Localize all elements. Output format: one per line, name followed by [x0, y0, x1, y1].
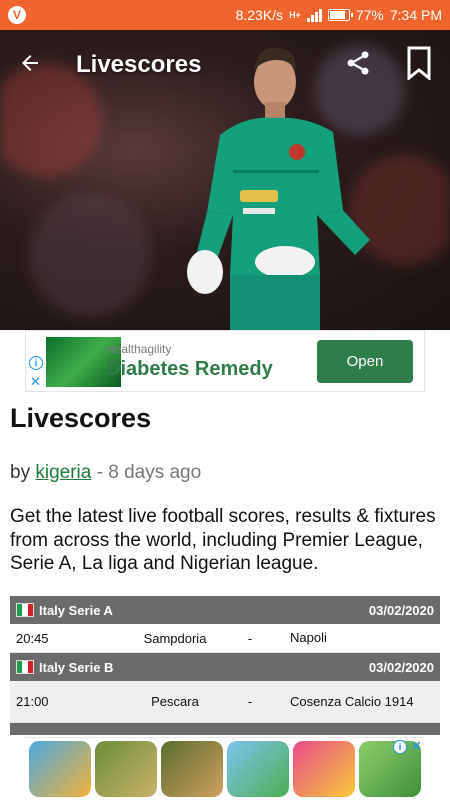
- clock: 7:34 PM: [389, 7, 442, 23]
- home-team: Sampdoria: [143, 630, 207, 646]
- battery-level: 77%: [355, 7, 384, 23]
- network-type: H+: [289, 10, 301, 20]
- byline-prefix: by: [10, 462, 31, 483]
- livescores-table: Italy Serie A 03/02/2020 20:45 Sampdoria…: [10, 596, 440, 735]
- back-arrow-icon[interactable]: [18, 51, 42, 80]
- game-thumbnail[interactable]: [95, 741, 157, 797]
- app-bar: Livescores: [0, 30, 450, 100]
- italy-flag-icon: [16, 603, 34, 617]
- away-team: Napoli: [290, 630, 327, 645]
- game-thumbnail[interactable]: [293, 741, 355, 797]
- game-thumbnail[interactable]: [161, 741, 223, 797]
- score-separator: -: [247, 630, 253, 646]
- match-time: 20:45: [16, 630, 49, 646]
- signal-icon: [306, 8, 322, 22]
- network-speed: 8.23K/s: [235, 7, 284, 23]
- league-name: Italy Serie B: [39, 659, 114, 675]
- match-row[interactable]: 21:00 Pescara - Cosenza Calcio 1914: [10, 681, 440, 723]
- ad-close-icon[interactable]: ✕: [410, 738, 422, 755]
- ad-info-icon[interactable]: i: [29, 356, 43, 370]
- article-intro: Get the latest live football scores, res…: [10, 506, 436, 574]
- game-thumbnail[interactable]: [29, 741, 91, 797]
- post-time: 8 days ago: [108, 462, 202, 483]
- league-header[interactable]: Italy Serie A 03/02/2020: [10, 596, 440, 624]
- ad-brand: Healthagility: [106, 342, 172, 356]
- away-team: Cosenza Calcio 1914: [290, 693, 414, 709]
- article-title: Livescores: [10, 403, 152, 433]
- league-name: Italy Serie A: [39, 602, 113, 618]
- byline-separator: -: [91, 462, 109, 483]
- app-notification-icon: V: [8, 6, 26, 24]
- ad-open-button[interactable]: Open: [317, 340, 413, 383]
- bookmark-icon[interactable]: [406, 46, 432, 85]
- ad-close-icon[interactable]: ✕: [30, 374, 41, 390]
- ad-headline: Diabetes Remedy: [106, 358, 273, 380]
- match-row[interactable]: 20:45 Sampdoria - Napoli: [10, 624, 440, 653]
- ad-info-icon[interactable]: i: [393, 740, 407, 754]
- league-header-partial[interactable]: [10, 723, 440, 735]
- home-team: Pescara: [151, 694, 199, 709]
- author-link[interactable]: kigeria: [35, 462, 91, 483]
- battery-icon: [327, 9, 353, 21]
- italy-flag-icon: [16, 660, 34, 674]
- byline: by kigeria - 8 days ago: [10, 462, 201, 484]
- league-header[interactable]: Italy Serie B 03/02/2020: [10, 653, 440, 681]
- score-separator: -: [247, 694, 253, 709]
- match-time: 21:00: [16, 694, 49, 709]
- league-date: 03/02/2020: [368, 602, 434, 618]
- league-date: 03/02/2020: [368, 659, 434, 675]
- banner-ad[interactable]: i ✕ Healthagility Diabetes Remedy Open: [25, 330, 425, 392]
- status-bar: V 8.23K/s H+ 77% 7:34 PM: [0, 0, 450, 30]
- game-thumbnail[interactable]: [227, 741, 289, 797]
- share-icon[interactable]: [344, 49, 372, 82]
- bottom-banner-ad[interactable]: i ✕: [25, 737, 425, 800]
- app-bar-title: Livescores: [76, 51, 202, 78]
